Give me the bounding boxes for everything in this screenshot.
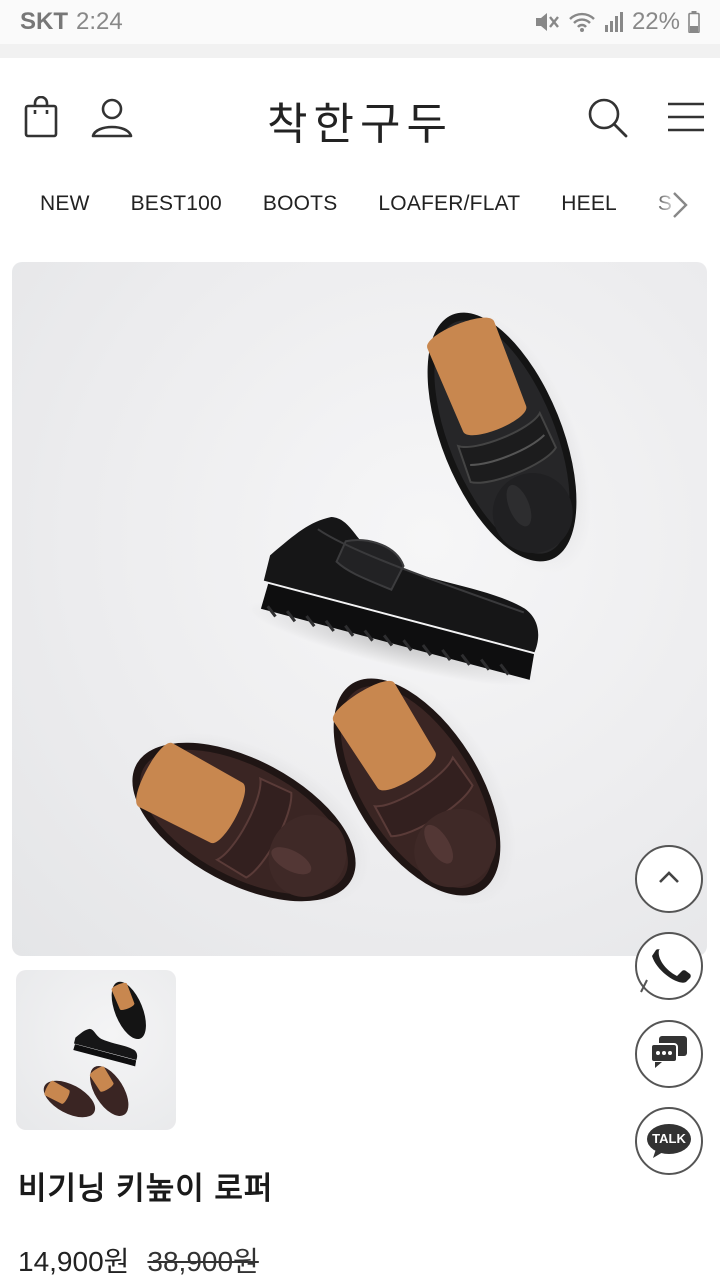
status-bar: SKT 2:24 22% [0,0,720,44]
thumbnail-illustration [43,981,146,1118]
original-price: 38,900원 [147,1246,259,1277]
chevron-up-icon [657,869,681,890]
menu-icon[interactable] [668,102,704,132]
phone-button[interactable] [635,932,703,1000]
header-divider [0,44,720,58]
category-new[interactable]: NEW [40,192,90,216]
category-loafer-flat[interactable]: LOAFER/FLAT [378,192,520,216]
status-left: SKT 2:24 [20,8,123,36]
battery-label: 22% [631,8,680,35]
black-loafer-top [427,310,592,575]
loafers-illustration [132,310,592,907]
chat-button[interactable] [635,1020,703,1088]
kakaotalk-icon: TALK [646,1122,692,1160]
sale-price: 14,900원 [18,1246,130,1277]
scroll-top-button[interactable] [635,845,703,913]
product-title: 비기닝 키높이 로퍼 [18,1171,274,1206]
battery-icon [688,11,700,33]
price-row: 14,900원 38,900원 [18,1240,259,1280]
product-main-image[interactable] [12,262,707,956]
wifi-icon [568,10,596,34]
category-nav: NEW BEST100 BOOTS LOAFER/FLAT HEEL S [0,178,720,232]
talk-label: TALK [652,1131,686,1146]
carrier-label: SKT [20,8,68,35]
mute-icon [534,10,560,34]
category-boots[interactable]: BOOTS [263,192,338,216]
category-heel[interactable]: HEEL [561,192,617,216]
product-thumbnail[interactable] [16,970,176,1130]
clock-label: 2:24 [76,8,123,35]
category-list: NEW BEST100 BOOTS LOAFER/FLAT HEEL S [40,192,713,216]
chevron-right-icon[interactable] [670,190,690,225]
status-right: 22% [534,8,700,36]
category-best100[interactable]: BEST100 [131,192,222,216]
phone-icon [635,930,703,1003]
signal-icon [604,11,624,33]
kakaotalk-button[interactable]: TALK [635,1107,703,1175]
search-icon[interactable] [588,98,628,138]
site-header: 착한구두 [0,58,720,178]
chat-bubble-icon [649,1034,689,1075]
